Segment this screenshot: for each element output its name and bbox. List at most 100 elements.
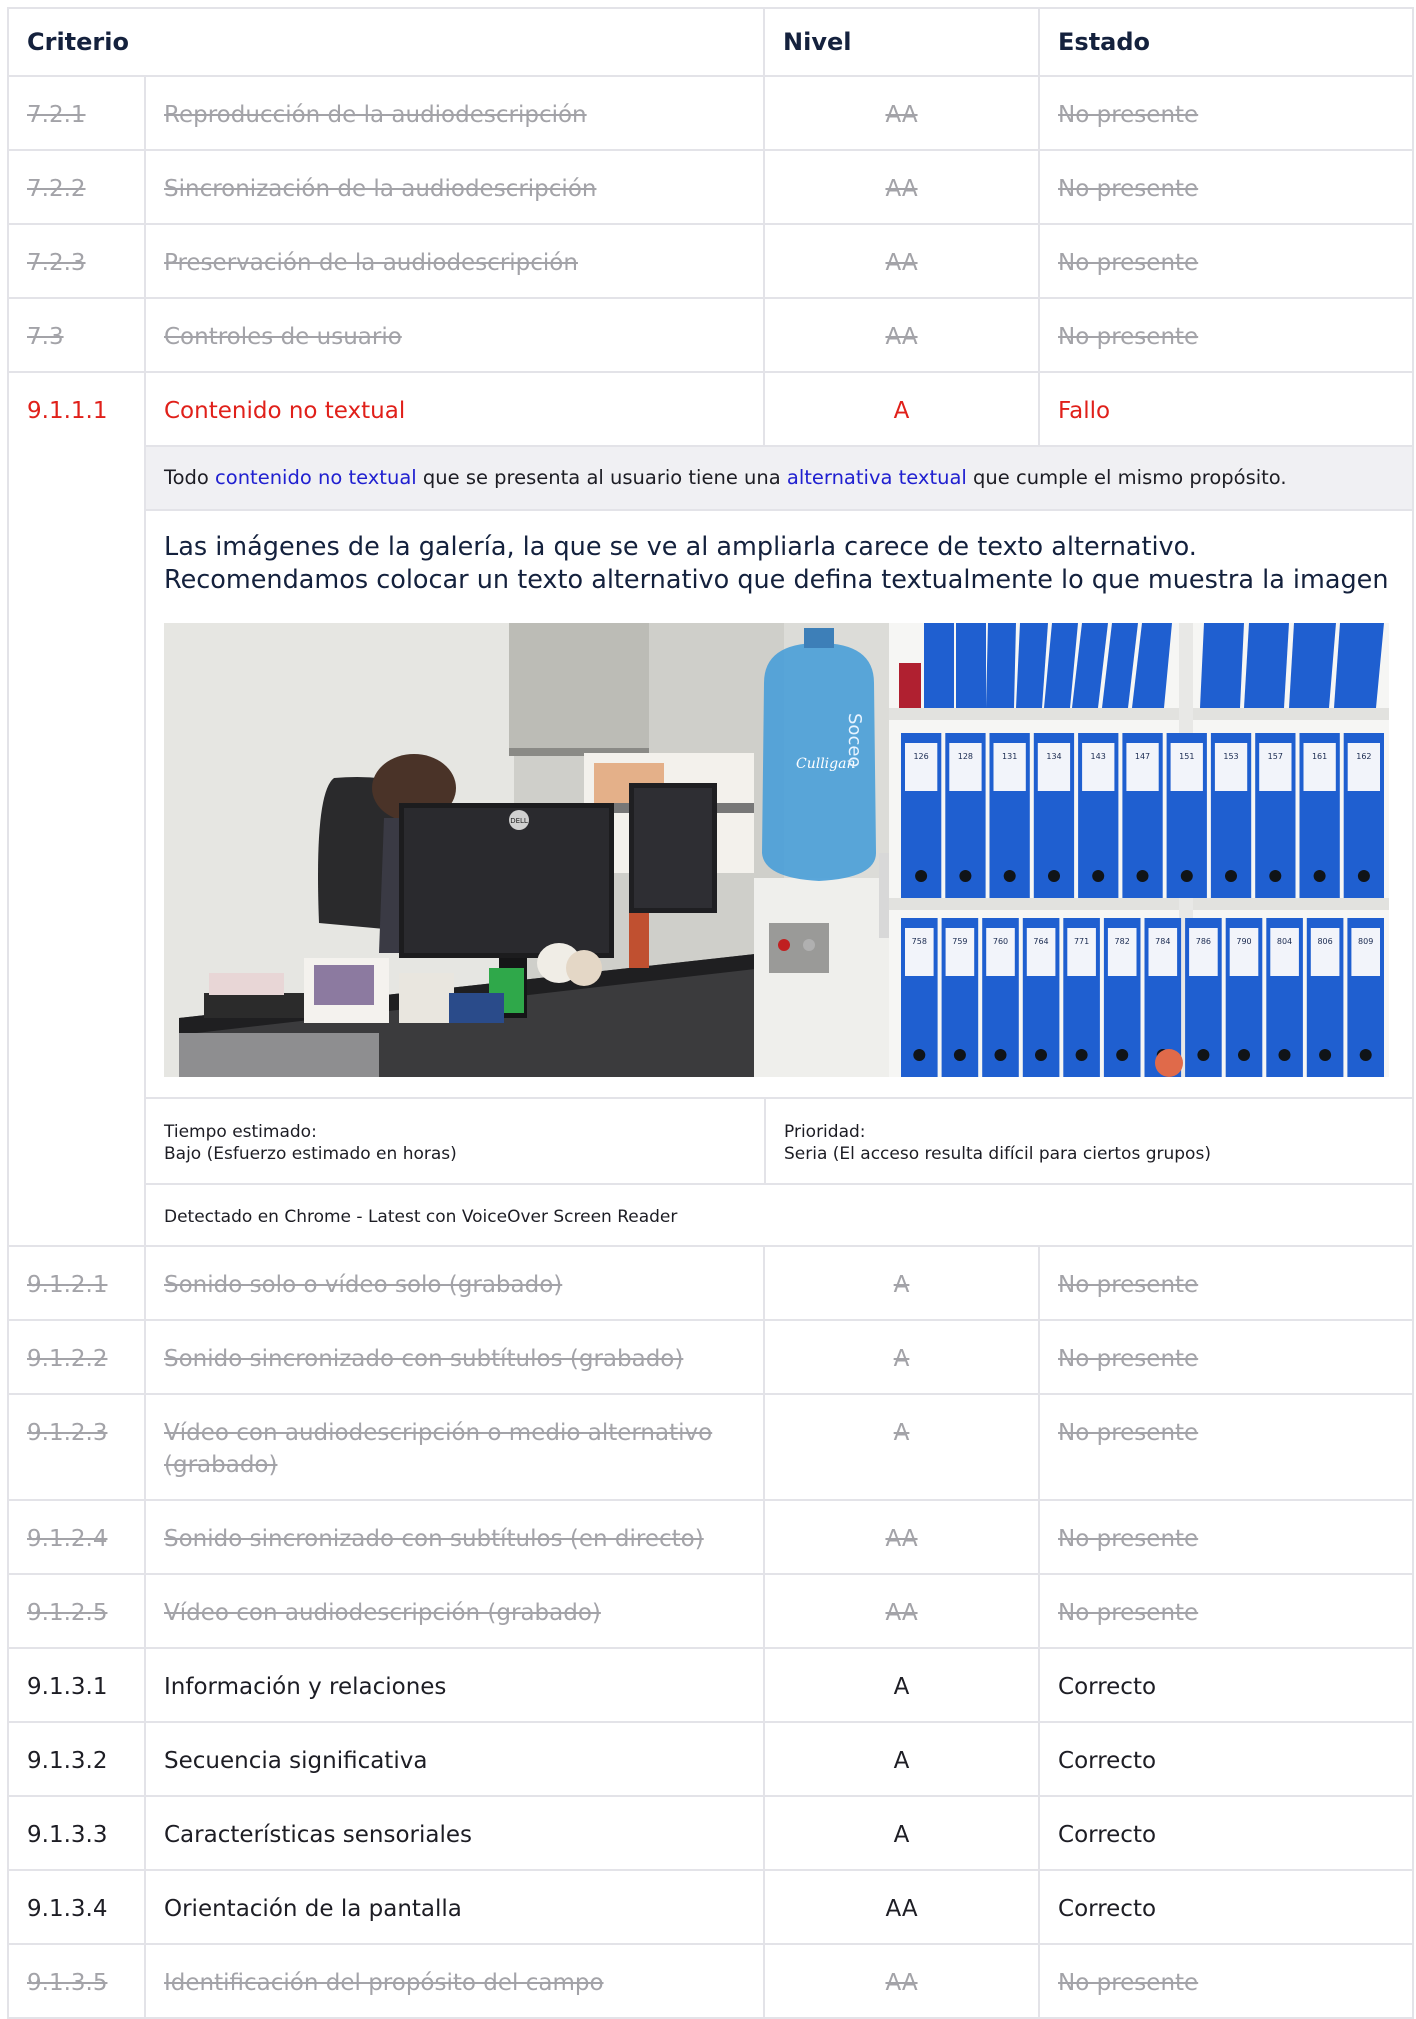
jug-text: Soceo bbox=[844, 713, 865, 767]
monitor-brand: DELL bbox=[510, 817, 528, 825]
binder-label-tag bbox=[1347, 743, 1380, 791]
meta-row: Tiempo estimado: Bajo (Esfuerzo estimado… bbox=[8, 1097, 1415, 1185]
binder-number: 764 bbox=[1033, 937, 1048, 946]
criterion-id: 9.1.3.1 bbox=[7, 1647, 146, 1723]
binder-ring-hole bbox=[1197, 1049, 1210, 1061]
description-text: que se presenta al usuario tiene una bbox=[416, 466, 787, 489]
criterion-name: Vídeo con audiodescripción o medio alter… bbox=[143, 1393, 766, 1501]
binder-ring-hole bbox=[1269, 870, 1282, 882]
binder-number: 784 bbox=[1155, 937, 1170, 946]
binders-top-row: 126 128 131 134 143 147 151 153 157 161 162 bbox=[901, 733, 1384, 898]
header-criterio: Criterio bbox=[6, 7, 766, 77]
meta-cell: Tiempo estimado: Bajo (Esfuerzo estimado… bbox=[143, 1097, 1415, 1185]
criterion-level: AA bbox=[763, 297, 1041, 373]
binder-ring-hole bbox=[1313, 870, 1326, 882]
criterion-name: Orientación de la pantalla bbox=[143, 1869, 766, 1945]
criterion-level: AA bbox=[763, 1869, 1041, 1945]
binder-ring-hole bbox=[1092, 870, 1105, 882]
binder-label-tag bbox=[1107, 928, 1137, 976]
criterion-level: A bbox=[763, 1319, 1041, 1395]
binder-label-tag bbox=[905, 743, 938, 791]
table-row: 9.1.3.2 Secuencia significativa A Correc… bbox=[7, 1721, 1415, 1797]
binder-ring-hole bbox=[1238, 1049, 1250, 1061]
table-row: 9.1.2.4 Sonido sincronizado con subtítul… bbox=[7, 1499, 1415, 1575]
binder-label-tag bbox=[1229, 928, 1259, 976]
binder-number: 809 bbox=[1358, 937, 1373, 946]
header-nivel: Nivel bbox=[763, 7, 1041, 77]
criterion-status: Correcto bbox=[1038, 1869, 1415, 1945]
binder-ring-hole bbox=[1035, 1049, 1047, 1061]
table-row: 9.1.3.4 Orientación de la pantalla AA Co… bbox=[7, 1869, 1415, 1945]
binder-label-tag bbox=[1214, 743, 1248, 791]
binder-label-tag bbox=[1126, 743, 1159, 791]
finding-line: Recomendamos colocar un texto alternativ… bbox=[164, 565, 1389, 595]
criterion-id: 9.1.3.3 bbox=[7, 1795, 146, 1871]
criterion-status: No presente bbox=[1038, 75, 1415, 151]
criterion-id: 9.1.3.2 bbox=[7, 1721, 146, 1797]
binder-label-tag bbox=[1351, 928, 1380, 976]
binder-ring-hole bbox=[1116, 1049, 1129, 1061]
criterion-status: No presente bbox=[1038, 149, 1415, 225]
criterion-status: No presente bbox=[1038, 1499, 1415, 1575]
binder-number: 126 bbox=[913, 752, 928, 761]
binder-label-tag bbox=[1189, 928, 1218, 976]
table-row: 7.2.1 Reproducción de la audiodescripció… bbox=[7, 75, 1415, 151]
criterion-id: 9.1.3.4 bbox=[7, 1869, 146, 1945]
criterion-status: No presente bbox=[1038, 1943, 1415, 2019]
table-row: 9.1.2.2 Sonido sincronizado con subtítul… bbox=[7, 1319, 1415, 1395]
criterion-name: Contenido no textual bbox=[143, 371, 766, 447]
criterion-status: Correcto bbox=[1038, 1647, 1415, 1723]
criterion-status: No presente bbox=[1038, 1573, 1415, 1649]
link-contenido-no-textual[interactable]: contenido no textual bbox=[215, 466, 417, 489]
binder-number: 157 bbox=[1268, 752, 1283, 761]
priority-value: Seria (El acceso resulta difícil para ci… bbox=[784, 1144, 1211, 1164]
criterion-status: No presente bbox=[1038, 1245, 1415, 1321]
criterion-id: 9.1.2.5 bbox=[7, 1573, 146, 1649]
link-alternativa-textual[interactable]: alternativa textual bbox=[787, 466, 967, 489]
table-row: 9.1.3.1 Información y relaciones A Corre… bbox=[7, 1647, 1415, 1723]
binder-label-tag bbox=[1026, 928, 1056, 976]
binder-ring-hole bbox=[1136, 870, 1149, 882]
binder-number: 782 bbox=[1115, 937, 1130, 946]
binder-number: 786 bbox=[1196, 937, 1211, 946]
binder-number: 760 bbox=[993, 937, 1008, 946]
finding-row: Las imágenes de la galería, la que se ve… bbox=[8, 509, 1415, 1099]
binder-number: 147 bbox=[1135, 752, 1150, 761]
binder-ring-hole bbox=[959, 870, 972, 882]
criterion-name: Sonido solo o vídeo solo (grabado) bbox=[143, 1245, 766, 1321]
binder-number: 162 bbox=[1356, 752, 1371, 761]
table-row: 9.1.2.1 Sonido solo o vídeo solo (grabad… bbox=[7, 1245, 1415, 1321]
estimated-time-value: Bajo (Esfuerzo estimado en horas) bbox=[164, 1144, 457, 1164]
binder-label-tag bbox=[1148, 928, 1178, 976]
criterion-name: Controles de usuario bbox=[143, 297, 766, 373]
criterion-status: Fallo bbox=[1038, 371, 1415, 447]
evidence-photo: DELL Culligan Soceo 126 128 131 134 143 … bbox=[164, 623, 1389, 1077]
criterion-level: A bbox=[763, 1721, 1041, 1797]
binder-number: 758 bbox=[912, 937, 927, 946]
criterion-status: Correcto bbox=[1038, 1721, 1415, 1797]
criterion-status: No presente bbox=[1038, 1319, 1415, 1395]
criterion-id: 7.2.2 bbox=[7, 149, 146, 225]
criterion-level: AA bbox=[763, 149, 1041, 225]
criterion-level: A bbox=[763, 1647, 1041, 1723]
binder-ring-hole bbox=[994, 1049, 1007, 1061]
criterion-name: Preservación de la audiodescripción bbox=[143, 223, 766, 299]
binder-number: 804 bbox=[1277, 937, 1292, 946]
priority: Prioridad: Seria (El acceso resulta difí… bbox=[763, 1099, 1413, 1183]
binder-number: 771 bbox=[1074, 937, 1089, 946]
criteria-table-wrapper: Criterio Nivel Estado 7.2.1 Reproducción… bbox=[6, 7, 1415, 2019]
criterion-level: AA bbox=[763, 1943, 1041, 2019]
description-text: que cumple el mismo propósito. bbox=[966, 466, 1287, 489]
criterion-level: AA bbox=[763, 75, 1041, 151]
estimated-time-label: Tiempo estimado: bbox=[164, 1122, 317, 1142]
criterion-level: A bbox=[763, 1795, 1041, 1871]
criteria-table: Criterio Nivel Estado 7.2.1 Reproducción… bbox=[6, 7, 1415, 2019]
binder-label-tag bbox=[993, 743, 1026, 791]
binder-ring-hole bbox=[1048, 870, 1060, 882]
criterion-level: AA bbox=[763, 1573, 1041, 1649]
criterion-level: A bbox=[763, 1393, 1041, 1501]
binder-ring-hole bbox=[915, 870, 928, 882]
criterion-status: No presente bbox=[1038, 223, 1415, 299]
binder-ring-hole bbox=[953, 1049, 966, 1061]
criterion-id: 9.1.3.5 bbox=[7, 1943, 146, 2019]
